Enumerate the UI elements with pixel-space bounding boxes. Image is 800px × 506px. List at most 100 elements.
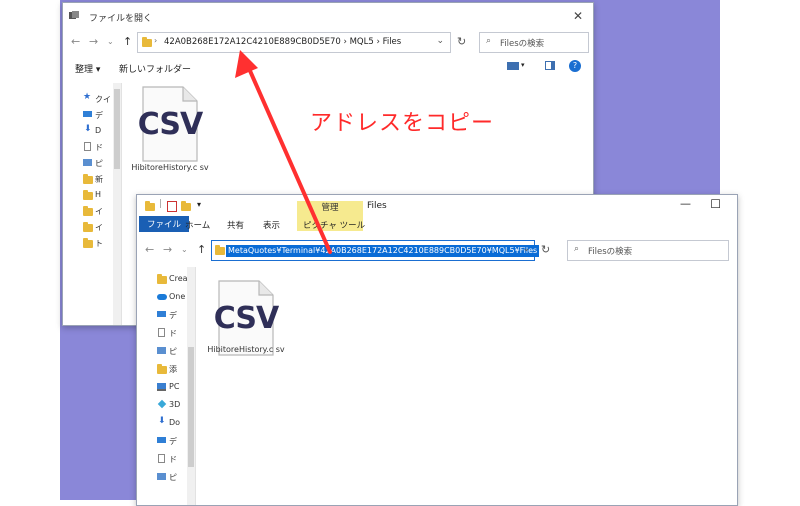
organize-button[interactable]: 整理 ▾ bbox=[75, 62, 100, 75]
pc-icon bbox=[157, 382, 166, 391]
back-icon[interactable]: ← bbox=[71, 35, 80, 48]
tab-view[interactable]: 表示 bbox=[263, 219, 280, 231]
sidebar-item-label: D bbox=[95, 126, 102, 135]
sidebar-item-label: Crea bbox=[169, 274, 188, 283]
folder-icon bbox=[83, 174, 93, 184]
document-icon bbox=[83, 142, 92, 151]
view-dropdown-icon[interactable]: ▾ bbox=[521, 61, 525, 69]
address-dropdown-icon[interactable]: ⌄ bbox=[522, 244, 530, 254]
address-bar[interactable]: › 42A0B268E172A12C4210E889CB0D5E70 › MQL… bbox=[137, 32, 451, 53]
csv-file[interactable]: CSV HibitoreHistory.c sv bbox=[207, 279, 285, 379]
folder-icon bbox=[83, 190, 93, 200]
sidebar-scrollbar[interactable] bbox=[113, 83, 121, 325]
dialog-app-icon bbox=[69, 11, 79, 19]
download-icon: ⬇ bbox=[158, 416, 166, 426]
picture-icon bbox=[83, 158, 92, 167]
explorer-titlebar: | ▾ Files — ☐ bbox=[137, 195, 737, 215]
sidebar-item-label: 添 bbox=[169, 365, 177, 374]
navigation-pane: ★ クイデ ⬇ D ドピ新 H イイト bbox=[63, 83, 122, 325]
search-icon: ⌕ bbox=[486, 36, 492, 46]
new-folder-button[interactable]: 新しいフォルダー bbox=[119, 62, 191, 75]
sidebar-scrollbar[interactable] bbox=[187, 267, 195, 505]
new-folder-icon[interactable] bbox=[181, 201, 191, 211]
star-icon: ★ bbox=[83, 92, 92, 102]
sidebar-item-label: H bbox=[95, 190, 102, 199]
sidebar-item-label: デ bbox=[95, 111, 103, 120]
search-input[interactable]: ⌕ Filesの検索 bbox=[479, 32, 589, 53]
view-options-icon[interactable] bbox=[507, 62, 519, 70]
back-icon[interactable]: ← bbox=[145, 243, 154, 256]
sidebar-item-label: ド bbox=[169, 329, 177, 338]
maximize-icon[interactable]: ☐ bbox=[710, 197, 721, 211]
desktop-icon bbox=[157, 436, 166, 445]
sidebar-item-label: ド bbox=[169, 455, 177, 464]
sidebar-item-label: ピ bbox=[169, 473, 177, 482]
recent-chevron-icon[interactable]: ⌄ bbox=[107, 37, 114, 46]
properties-icon[interactable] bbox=[167, 201, 177, 212]
refresh-icon[interactable]: ↻ bbox=[541, 243, 550, 256]
tab-share[interactable]: 共有 bbox=[227, 219, 244, 231]
picture-icon bbox=[157, 472, 166, 481]
sidebar-item-label: デ bbox=[169, 437, 177, 446]
explorer-window: | ▾ Files — ☐ 管理 ファイル ホーム 共有 表示 ピクチャ ツール… bbox=[136, 194, 738, 506]
folder-icon bbox=[145, 201, 155, 211]
breadcrumb-separator-icon: › bbox=[154, 36, 158, 45]
folder-icon bbox=[157, 364, 167, 374]
folder-icon bbox=[83, 238, 93, 248]
forward-icon[interactable]: → bbox=[89, 35, 98, 48]
search-icon: ⌕ bbox=[574, 244, 580, 254]
dialog-titlebar: ファイルを開く ✕ bbox=[63, 3, 593, 29]
explorer-address-bar[interactable]: MetaQuotes¥Terminal¥42A0B268E172A12C4210… bbox=[211, 240, 540, 261]
up-icon[interactable]: ↑ bbox=[123, 35, 132, 48]
minimize-icon[interactable]: — bbox=[680, 197, 691, 210]
sidebar-item-label: ト bbox=[95, 239, 103, 248]
address-dropdown-icon[interactable]: ⌄ bbox=[436, 36, 444, 46]
dialog-title: ファイルを開く bbox=[89, 14, 153, 24]
desktop-icon bbox=[83, 110, 92, 119]
cube-icon bbox=[157, 399, 167, 409]
explorer-nav-row: ← → ⌄ ↑ MetaQuotes¥Terminal¥42A0B268E172… bbox=[137, 237, 737, 263]
sidebar-item-label: イ bbox=[95, 223, 103, 232]
sidebar-item-label: イ bbox=[95, 207, 103, 216]
folder-icon bbox=[215, 245, 225, 255]
window-title: Files bbox=[367, 201, 387, 211]
search-placeholder: Filesの検索 bbox=[500, 39, 545, 49]
preview-pane-icon[interactable] bbox=[545, 61, 555, 70]
recent-chevron-icon[interactable]: ⌄ bbox=[181, 245, 188, 254]
copy-address-callout: アドレスをコピー bbox=[310, 111, 495, 136]
close-icon[interactable]: ✕ bbox=[573, 9, 583, 23]
sidebar-item-label: 新 bbox=[95, 175, 103, 184]
tab-file[interactable]: ファイル bbox=[139, 216, 190, 232]
up-icon[interactable]: ↑ bbox=[197, 243, 206, 256]
sidebar-item-label: Do bbox=[169, 418, 181, 427]
desktop-icon bbox=[157, 310, 166, 319]
document-icon bbox=[157, 328, 166, 337]
csv-file[interactable]: CSV HibitoreHistory.c sv bbox=[131, 85, 209, 185]
command-bar: 整理 ▾ 新しいフォルダー ▾ ? bbox=[63, 57, 593, 79]
manage-tab[interactable]: 管理 bbox=[297, 201, 363, 215]
sidebar-item-label: クイ bbox=[95, 95, 111, 104]
explorer-search-input[interactable]: ⌕ Filesの検索 bbox=[567, 240, 729, 261]
sidebar-item-label: ピ bbox=[95, 159, 103, 168]
csv-label: CSV bbox=[213, 301, 279, 336]
nav-row: ← → ⌄ ↑ › 42A0B268E172A12C4210E889CB0D5E… bbox=[63, 29, 593, 55]
tab-picture-tools[interactable]: ピクチャ ツール bbox=[303, 219, 365, 231]
document-icon bbox=[157, 454, 166, 463]
forward-icon[interactable]: → bbox=[163, 243, 172, 256]
address-path: 42A0B268E172A12C4210E889CB0D5E70 › MQL5 … bbox=[164, 37, 402, 47]
tab-home[interactable]: ホーム bbox=[185, 219, 210, 231]
sidebar-item-label: PC bbox=[169, 382, 180, 391]
sidebar-item-label: One bbox=[169, 292, 186, 301]
separator: | bbox=[159, 199, 163, 209]
quick-access-dropdown-icon[interactable]: ▾ bbox=[197, 200, 201, 209]
help-icon[interactable]: ? bbox=[569, 60, 581, 72]
folder-icon bbox=[157, 274, 167, 284]
selected-address-path: MetaQuotes¥Terminal¥42A0B268E172A12C4210… bbox=[226, 245, 540, 257]
search-placeholder: Filesの検索 bbox=[588, 247, 633, 257]
file-name: HibitoreHistory.c sv bbox=[207, 345, 285, 354]
sidebar-item-label: デ bbox=[169, 311, 177, 320]
file-name: HibitoreHistory.c sv bbox=[131, 163, 209, 172]
folder-icon bbox=[83, 222, 93, 232]
sidebar-item-label: ピ bbox=[169, 347, 177, 356]
refresh-icon[interactable]: ↻ bbox=[457, 35, 466, 48]
